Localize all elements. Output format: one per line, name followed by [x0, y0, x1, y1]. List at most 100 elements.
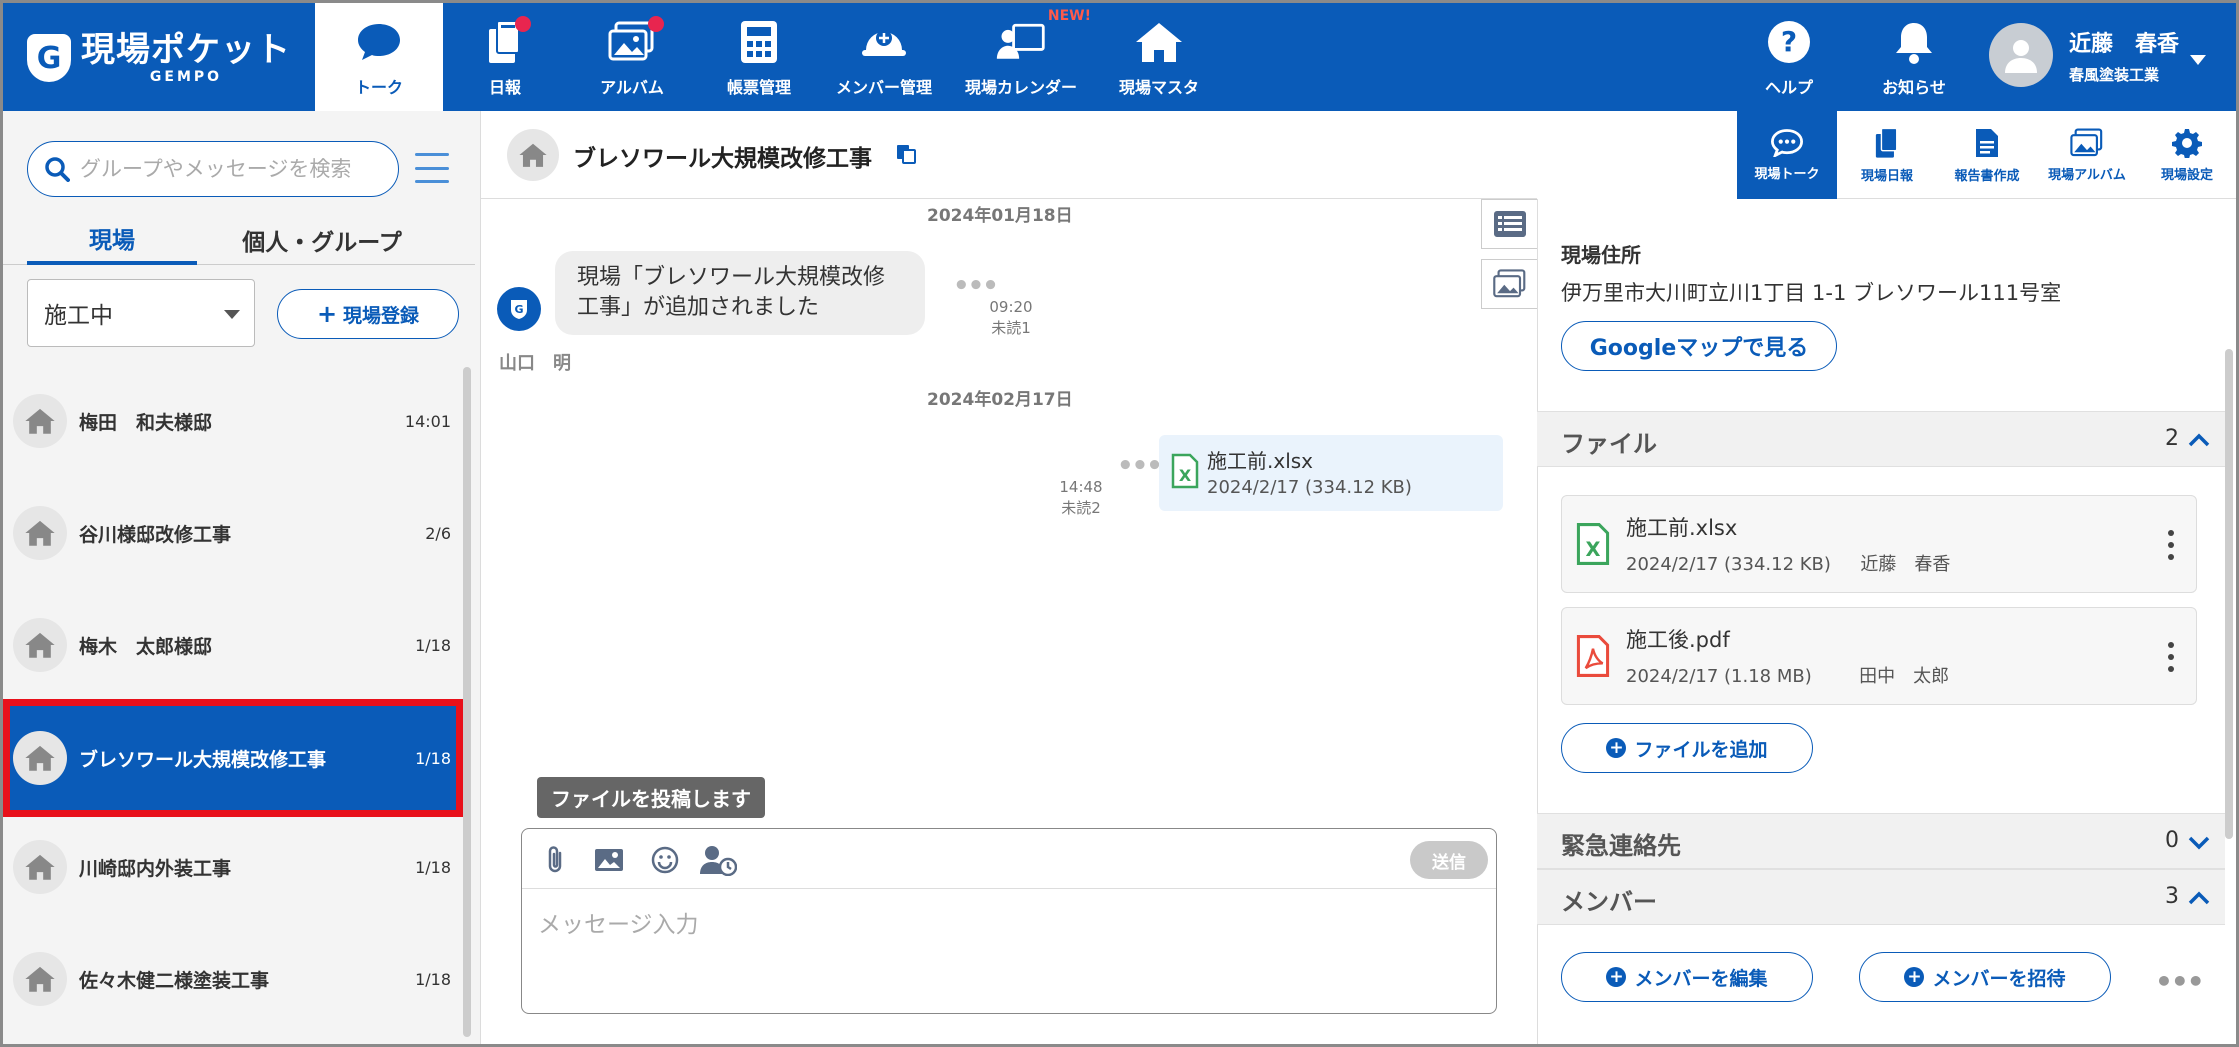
emoji-icon[interactable]: [648, 843, 682, 877]
tab-site-daily-report[interactable]: 現場日報: [1837, 111, 1937, 199]
album-icon: [2070, 127, 2103, 156]
attach-file-icon[interactable]: [538, 843, 572, 877]
file-meta: 2024/2/17 (334.12 KB) 近藤 春香: [1626, 554, 1951, 575]
google-map-button[interactable]: Googleマップで見る: [1561, 321, 1837, 371]
system-message-bubble: 現場「ブレソワール大規模改修 工事」が追加されました: [555, 251, 925, 335]
house-icon: [13, 506, 67, 560]
file-message[interactable]: X 施工前.xlsx 2024/2/17 (334.12 KB): [1159, 435, 1503, 511]
app-frame: G 現場ポケット GEMPO トーク 日報 アルバム 帳票管理 メンバー管理 N…: [0, 0, 2239, 1047]
scheduled-send-icon[interactable]: [698, 843, 738, 877]
file-card[interactable]: X 施工前.xlsx 2024/2/17 (334.12 KB) 近藤 春香: [1561, 495, 2197, 593]
image-icon[interactable]: [592, 843, 626, 877]
tab-site[interactable]: 現場: [27, 215, 197, 265]
more-vertical-icon[interactable]: [2168, 530, 2174, 560]
nav-album[interactable]: アルバム: [587, 3, 677, 111]
nav-talk-label: トーク: [354, 78, 403, 97]
site-list-item[interactable]: 谷川様邸改修工事 2/6: [3, 477, 463, 589]
chat-title: ブレソワール大規模改修工事: [573, 146, 872, 172]
svg-text:X: X: [1586, 538, 1601, 561]
message-time: 14:48: [1059, 478, 1103, 496]
hamburger-menu-icon[interactable]: [415, 153, 449, 183]
site-list-item[interactable]: 佐々木健二様塗装工事 1/18: [3, 923, 463, 1035]
sidebar-tabs: 現場 個人・グループ: [3, 215, 475, 265]
emergency-title: 緊急連絡先: [1561, 832, 1681, 860]
nav-forms[interactable]: 帳票管理: [711, 3, 807, 111]
sidebar-scrollbar[interactable]: [463, 367, 471, 1037]
status-filter-select[interactable]: 施工中: [27, 279, 255, 347]
svg-text:X: X: [1179, 466, 1192, 485]
tab-site-talk[interactable]: 現場トーク: [1737, 111, 1837, 199]
site-list-item[interactable]: 梅木 太郎様邸 1/18: [3, 589, 463, 701]
svg-text:?: ?: [1781, 25, 1797, 58]
tab-site-album-label: 現場アルバム: [2048, 167, 2126, 183]
calendar-person-icon: NEW!: [995, 8, 1091, 68]
nav-members[interactable]: メンバー管理: [829, 3, 939, 111]
house-icon: [1133, 16, 1185, 68]
file-name: 施工前.xlsx: [1626, 516, 1738, 540]
members-count: 3: [2165, 884, 2179, 909]
help-icon: ?: [1763, 16, 1815, 68]
file-card[interactable]: 施工後.pdf 2024/2/17 (1.18 MB) 田中 太郎: [1561, 607, 2197, 705]
copy-icon[interactable]: [895, 143, 917, 169]
emergency-section-header[interactable]: 緊急連絡先 0: [1537, 813, 2225, 869]
site-name: 谷川様邸改修工事: [79, 523, 232, 546]
nav-calendar[interactable]: NEW! 現場カレンダー: [963, 3, 1091, 111]
logo-mark-icon: G: [27, 34, 71, 82]
house-icon: [13, 394, 67, 448]
nav-album-label: アルバム: [600, 78, 664, 97]
notifications-button[interactable]: お知らせ: [1871, 3, 1957, 111]
more-horizontal-icon[interactable]: •••: [2155, 965, 2205, 998]
top-navigation-bar: G 現場ポケット GEMPO トーク 日報 アルバム 帳票管理 メンバー管理 N…: [3, 3, 2236, 111]
tab-site-settings-label: 現場設定: [2160, 167, 2213, 183]
app-logo[interactable]: G 現場ポケット GEMPO: [27, 31, 291, 85]
site-name: 佐々木健二様塗装工事: [79, 969, 270, 992]
bell-icon: [1888, 16, 1940, 68]
tab-site-settings[interactable]: 現場設定: [2137, 111, 2236, 199]
nav-site-master[interactable]: 現場マスタ: [1109, 3, 1209, 111]
plus-circle-icon: +: [1904, 967, 1925, 987]
help-button[interactable]: ? ヘルプ: [1749, 3, 1829, 111]
album-view-button[interactable]: [1481, 259, 1539, 309]
nav-daily-report[interactable]: 日報: [465, 3, 545, 111]
tab-personal-group[interactable]: 個人・グループ: [217, 215, 427, 265]
nav-forms-label: 帳票管理: [726, 78, 791, 97]
help-label: ヘルプ: [1764, 78, 1813, 97]
invite-members-button[interactable]: + メンバーを招待: [1859, 952, 2111, 1002]
search-input[interactable]: [80, 157, 380, 181]
status-filter-value: 施工中: [44, 303, 113, 329]
tab-report-create[interactable]: 報告書作成: [1937, 111, 2037, 199]
members-section-header[interactable]: メンバー 3: [1537, 869, 2225, 925]
site-list-item-selected[interactable]: ブレソワール大規模改修工事 1/18: [3, 699, 463, 817]
site-name: 梅田 和夫様邸: [79, 411, 213, 434]
chevron-down-icon[interactable]: [2189, 51, 2207, 70]
message-input[interactable]: [522, 891, 1496, 1009]
more-vertical-icon[interactable]: [2168, 642, 2174, 672]
site-list-item[interactable]: 川崎邸内外装工事 1/18: [3, 811, 463, 923]
site-name: ブレソワール大規模改修工事: [79, 748, 327, 771]
list-view-button[interactable]: [1481, 199, 1539, 249]
house-icon: [13, 952, 67, 1006]
plus-circle-icon: +: [1606, 967, 1627, 987]
date-divider: 2024年01月18日: [927, 206, 1073, 226]
edit-members-button[interactable]: + メンバーを編集: [1561, 952, 1813, 1002]
album-icon: [1493, 269, 1526, 298]
search-box[interactable]: [27, 141, 399, 197]
date-divider: 2024年02月17日: [927, 390, 1073, 410]
user-menu[interactable]: 近藤 春香 春風塗装工業: [1989, 23, 2179, 87]
register-site-button[interactable]: + 現場登録: [277, 289, 459, 339]
files-section-header[interactable]: ファイル 2: [1537, 411, 2225, 467]
add-file-button[interactable]: + ファイルを追加: [1561, 723, 1813, 773]
excel-file-icon: X: [1171, 453, 1199, 493]
panel-scrollbar[interactable]: [2225, 349, 2233, 839]
edit-members-label: メンバーを編集: [1634, 967, 1768, 990]
new-label: NEW!: [1047, 8, 1091, 24]
message-unread: 未読2: [1061, 499, 1101, 517]
chat-messages: 2024年01月18日 G 現場「ブレソワール大規模改修 工事」が追加されました…: [481, 199, 1537, 809]
send-button[interactable]: 送信: [1410, 841, 1488, 879]
site-list-item[interactable]: 梅田 和夫様邸 14:01: [3, 365, 463, 477]
tab-site-album[interactable]: 現場アルバム: [2037, 111, 2137, 199]
nav-talk[interactable]: トーク: [315, 3, 443, 111]
dropdown-caret-icon: [224, 310, 240, 319]
chevron-down-icon: [2188, 836, 2210, 850]
message-options-icon[interactable]: •••: [1117, 451, 1163, 481]
